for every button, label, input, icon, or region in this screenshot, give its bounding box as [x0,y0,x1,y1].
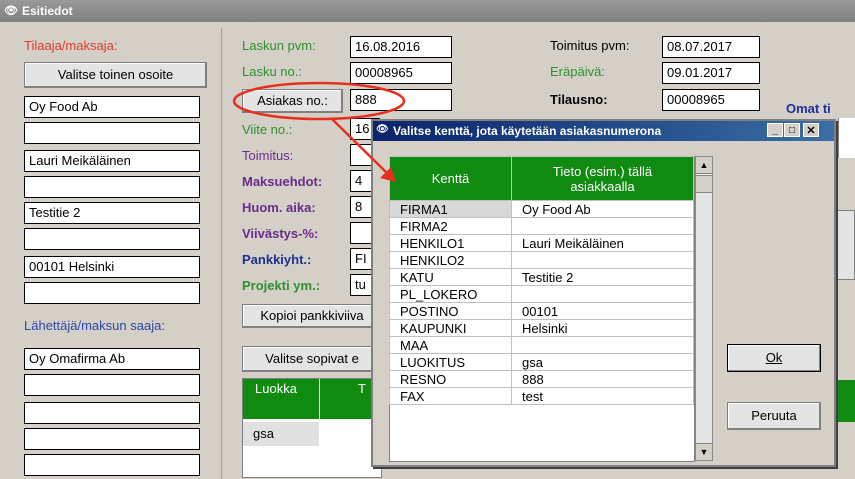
annotation-circle [232,81,406,121]
annotation-overlay [232,81,406,182]
annotation-arrow-line [331,118,393,179]
